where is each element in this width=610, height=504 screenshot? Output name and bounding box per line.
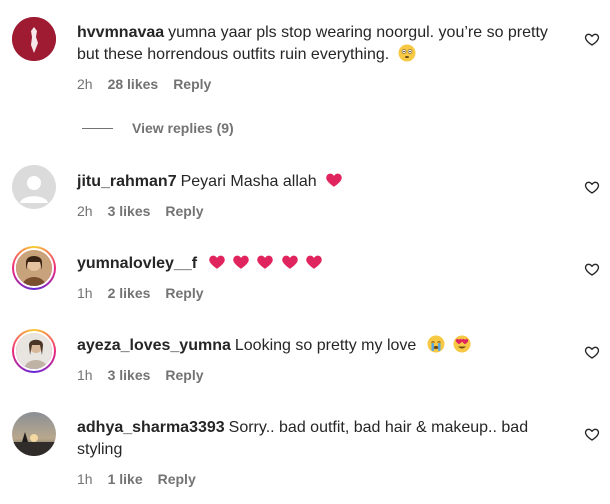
heart-outline-icon[interactable] (584, 179, 600, 195)
comment-username[interactable]: ayeza_loves_yumna (77, 337, 231, 354)
comment-likes[interactable]: 2 likes (108, 285, 151, 301)
comment-username[interactable]: hvvmnavaa (77, 24, 164, 41)
comment-message: Peyari Masha allah (180, 173, 317, 190)
palestine-map-icon (12, 17, 56, 61)
comment-likes[interactable]: 1 like (108, 471, 143, 487)
reply-button[interactable]: Reply (165, 203, 203, 219)
comment-text: jitu_rahman7 Peyari Masha allah (77, 171, 570, 193)
red-heart-emoji-icon (326, 173, 342, 187)
avatar[interactable] (12, 246, 56, 290)
comment-body: adhya_sharma3393 Sorry.. bad outfit, bad … (77, 417, 570, 487)
avatar[interactable] (12, 165, 56, 209)
comment-text: ayeza_loves_yumna Looking so pretty my lo… (77, 335, 570, 357)
heart-outline-icon[interactable] (584, 31, 600, 47)
comment-text: hvvmnavaa yumna yaar pls stop wearing noo… (77, 22, 570, 66)
avatar-photo (14, 248, 54, 288)
red-heart-emoji-icon (257, 255, 274, 269)
reply-button[interactable]: Reply (173, 76, 211, 92)
comment-username[interactable]: adhya_sharma3393 (77, 419, 225, 436)
comment-text: adhya_sharma3393 Sorry.. bad outfit, bad … (77, 417, 570, 461)
view-replies-label[interactable]: View replies (9) (132, 120, 234, 136)
heart-outline-icon[interactable] (584, 261, 600, 277)
comment-username[interactable]: yumnalovley__f (77, 255, 197, 272)
portrait-photo-icon (16, 333, 52, 369)
view-replies-button[interactable]: View replies (9) (82, 120, 234, 136)
comment-meta: 1h 1 like Reply (77, 471, 570, 487)
sunset-photo-icon (12, 412, 56, 456)
avatar[interactable] (12, 412, 56, 456)
comment-body: ayeza_loves_yumna Looking so pretty my lo… (77, 335, 570, 383)
portrait-photo-icon (16, 250, 52, 286)
avatar[interactable] (12, 329, 56, 373)
comment-meta: 2h 3 likes Reply (77, 203, 570, 219)
red-heart-emoji-icon (208, 255, 225, 269)
comment-message: Looking so pretty my love (234, 337, 417, 354)
comment-meta: 1h 2 likes Reply (77, 285, 570, 301)
comment-likes[interactable]: 3 likes (108, 203, 151, 219)
comment-time: 1h (77, 367, 93, 383)
comment-body: hvvmnavaa yumna yaar pls stop wearing noo… (77, 22, 570, 92)
flushed-face-emoji-icon (398, 44, 416, 62)
avatar[interactable] (12, 17, 56, 61)
reply-button[interactable]: Reply (158, 471, 196, 487)
comment-username[interactable]: jitu_rahman7 (77, 173, 177, 190)
comment-meta: 1h 3 likes Reply (77, 367, 570, 383)
comment-time: 1h (77, 471, 93, 487)
comment-time: 2h (77, 76, 93, 92)
comment-body: yumnalovley__f 1h 2 likes Reply (77, 253, 570, 301)
comment-time: 1h (77, 285, 93, 301)
crying-face-emoji-icon (427, 335, 445, 353)
heart-emoji-row (208, 255, 326, 272)
red-heart-emoji-icon (306, 255, 323, 269)
red-heart-emoji-icon (282, 255, 298, 269)
avatar-photo (14, 331, 54, 371)
heart-outline-icon[interactable] (584, 344, 600, 360)
comment-meta: 2h 28 likes Reply (77, 76, 570, 92)
comment-text: yumnalovley__f (77, 253, 570, 275)
comment-likes[interactable]: 28 likes (108, 76, 159, 92)
reply-button[interactable]: Reply (165, 285, 203, 301)
red-heart-emoji-icon (233, 255, 249, 269)
heart-eyes-emoji-icon (453, 335, 471, 353)
comment-likes[interactable]: 3 likes (108, 367, 151, 383)
reply-button[interactable]: Reply (165, 367, 203, 383)
comment-time: 2h (77, 203, 93, 219)
default-user-icon (12, 165, 56, 209)
view-replies-divider (82, 127, 113, 129)
heart-outline-icon[interactable] (584, 426, 600, 442)
comment-body: jitu_rahman7 Peyari Masha allah 2h 3 like… (77, 171, 570, 219)
